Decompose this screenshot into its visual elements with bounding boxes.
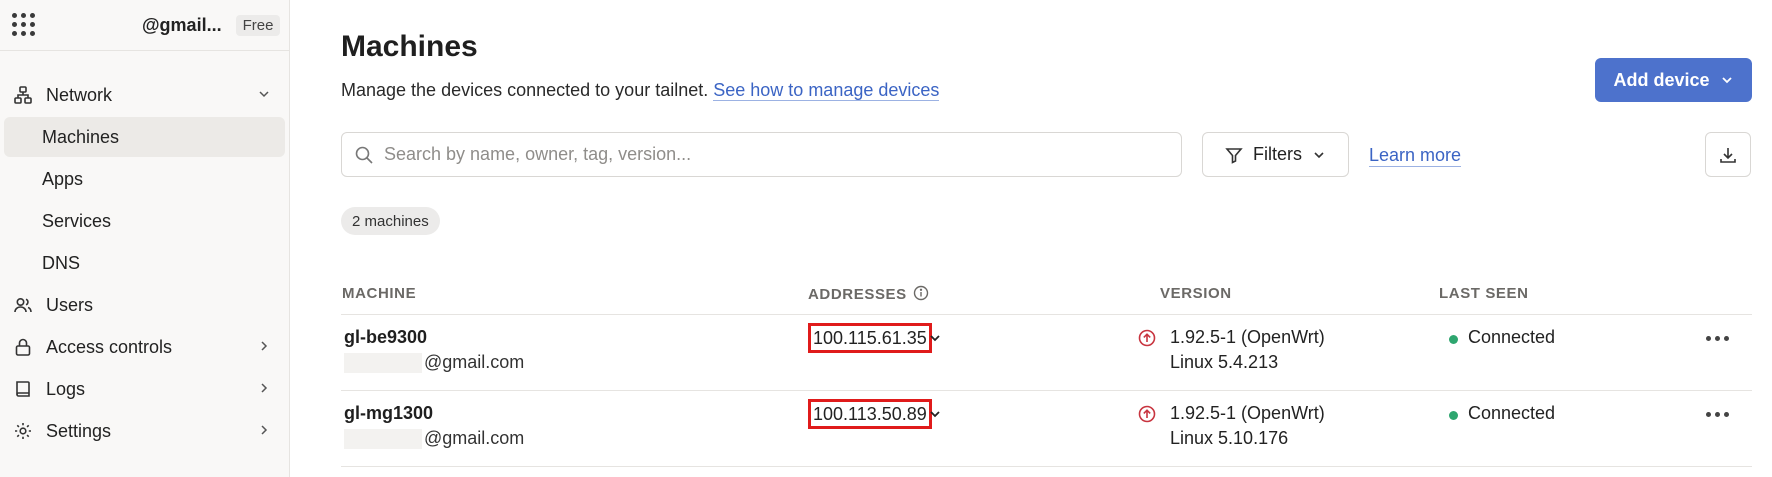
search-icon (355, 146, 373, 164)
manage-devices-link[interactable]: See how to manage devices (713, 80, 940, 101)
machine-version: 1.92.5-1 (OpenWrt) (1170, 327, 1325, 347)
sidebar-item-label: Apps (42, 168, 84, 189)
sidebar-nav: Network Machines Apps Services DNS Users… (0, 51, 289, 451)
network-icon (12, 84, 34, 106)
sidebar-item-label: Settings (46, 420, 112, 441)
table-header: MACHINE ADDRESSES VERSION LAST SEEN (341, 285, 1752, 315)
sidebar-item-label: Network (46, 84, 113, 105)
filters-label: Filters (1253, 144, 1302, 164)
sidebar-item-users[interactable]: Users (4, 285, 285, 325)
update-available-icon (1138, 329, 1156, 347)
sidebar-item-logs[interactable]: Logs (4, 369, 285, 409)
chevron-right-icon[interactable] (257, 423, 271, 437)
sidebar-item-apps[interactable]: Apps (4, 159, 285, 199)
table-row[interactable]: gl-mg1300 @gmail.com 100.113.50.89 1.92.… (341, 391, 1752, 467)
machine-status: Connected (1468, 403, 1556, 423)
subtitle-text: Manage the devices connected to your tai… (341, 80, 709, 100)
info-icon[interactable] (913, 285, 929, 301)
machine-name[interactable]: gl-be9300 (344, 327, 427, 348)
more-options-icon[interactable] (1706, 409, 1732, 419)
chevron-down-icon (1314, 151, 1324, 158)
sidebar: @gmail... Free Network Machines Apps Ser… (0, 0, 290, 477)
machine-status: Connected (1468, 327, 1556, 347)
account-name[interactable]: @gmail... (142, 15, 222, 36)
sidebar-item-machines[interactable]: Machines (4, 117, 285, 157)
chevron-right-icon[interactable] (257, 381, 271, 395)
users-icon (12, 294, 34, 316)
sidebar-item-label: Users (46, 294, 94, 315)
search-input[interactable] (384, 144, 1144, 165)
sidebar-item-label: Logs (46, 378, 86, 399)
sidebar-item-label: Machines (42, 126, 120, 147)
export-button[interactable] (1705, 132, 1751, 177)
sidebar-item-label: Access controls (46, 336, 173, 357)
machine-count-badge: 2 machines (341, 207, 440, 235)
chevron-down-icon (1721, 77, 1732, 84)
gear-icon (12, 420, 34, 442)
table-row[interactable]: gl-be9300 @gmail.com 100.115.61.35 1.92.… (341, 315, 1752, 391)
column-header-version: VERSION (1160, 285, 1232, 302)
apps-grid-icon[interactable] (12, 13, 36, 37)
machine-address[interactable]: 100.115.61.35 (808, 323, 932, 353)
chevron-down-icon[interactable] (257, 87, 271, 101)
owner-email: @gmail.com (424, 352, 525, 372)
column-header-addresses: ADDRESSES (808, 285, 929, 303)
machine-owner: @gmail.com (344, 352, 524, 373)
learn-more-link[interactable]: Learn more (1369, 145, 1462, 167)
page-subtitle: Manage the devices connected to your tai… (341, 80, 940, 101)
column-header-label: ADDRESSES (808, 286, 907, 303)
column-header-machine: MACHINE (342, 285, 417, 302)
sidebar-item-services[interactable]: Services (4, 201, 285, 241)
chevron-down-icon[interactable] (928, 407, 942, 421)
machine-owner: @gmail.com (344, 428, 524, 449)
book-icon (12, 378, 34, 400)
chevron-down-icon[interactable] (928, 331, 942, 345)
chevron-right-icon[interactable] (257, 339, 271, 353)
filters-button[interactable]: Filters (1202, 132, 1349, 177)
sidebar-item-access-controls[interactable]: Access controls (4, 327, 285, 367)
search-box[interactable] (341, 132, 1182, 177)
status-dot (1449, 335, 1458, 344)
status-dot (1449, 411, 1458, 420)
lock-icon (12, 336, 34, 358)
machine-os: Linux 5.10.176 (1170, 428, 1289, 448)
sidebar-item-settings[interactable]: Settings (4, 411, 285, 451)
sidebar-item-label: Services (42, 210, 112, 231)
sidebar-item-label: DNS (42, 252, 81, 273)
redacted-block (344, 352, 422, 373)
plan-badge: Free (235, 14, 281, 36)
redacted-block (344, 428, 422, 449)
filter-icon (1225, 147, 1243, 164)
machine-address[interactable]: 100.113.50.89 (808, 399, 932, 429)
column-header-last-seen: LAST SEEN (1439, 285, 1529, 302)
sidebar-item-network[interactable]: Network (4, 75, 285, 115)
update-available-icon (1138, 405, 1156, 423)
sidebar-item-dns[interactable]: DNS (4, 243, 285, 283)
account-bar: @gmail... Free (0, 0, 289, 51)
machine-version: 1.92.5-1 (OpenWrt) (1170, 403, 1325, 423)
machine-name[interactable]: gl-mg1300 (344, 403, 433, 424)
page-title: Machines (341, 30, 478, 63)
more-options-icon[interactable] (1706, 333, 1732, 343)
add-device-button[interactable]: Add device (1595, 58, 1752, 102)
download-icon (1720, 147, 1736, 163)
add-device-label: Add device (1613, 69, 1710, 90)
owner-email: @gmail.com (424, 428, 525, 448)
machine-os: Linux 5.4.213 (1170, 352, 1279, 372)
